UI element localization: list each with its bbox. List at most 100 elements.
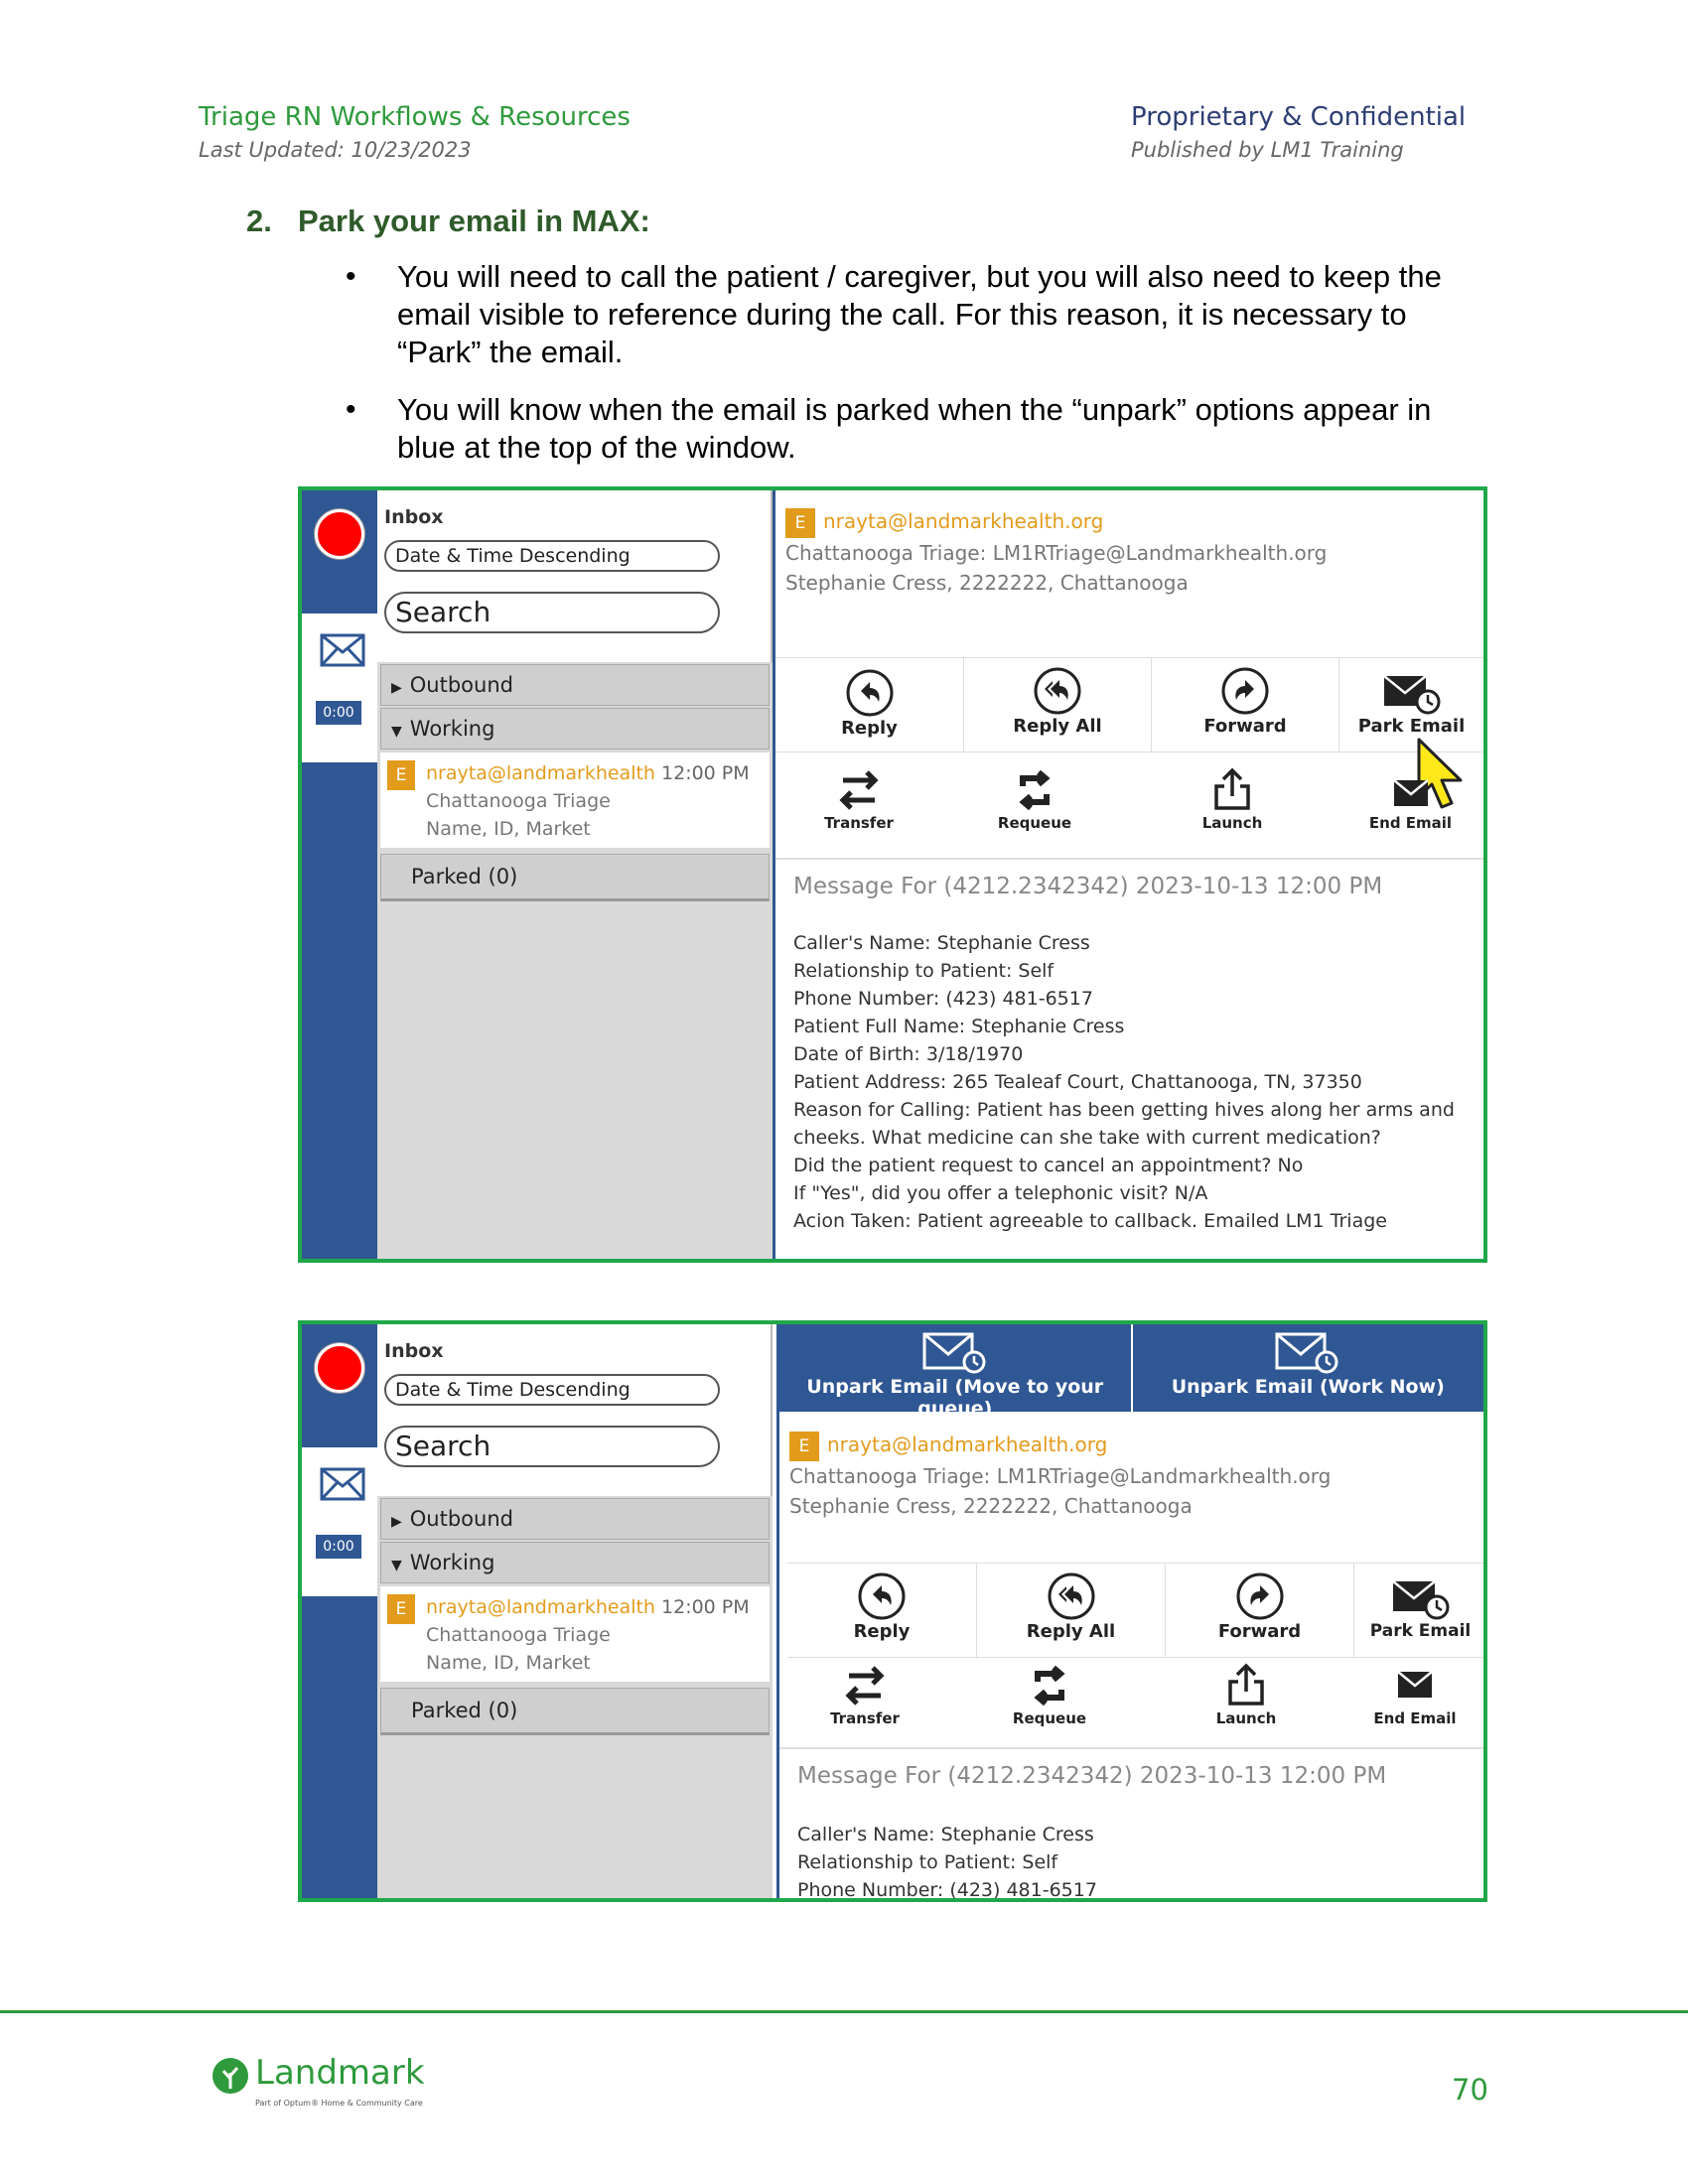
confidential-label: Proprietary & Confidential xyxy=(1131,102,1467,132)
message-line: Phone Number: (423) 481-6517 xyxy=(797,1879,1097,1901)
park-email-button[interactable]: Park Email xyxy=(1353,1564,1483,1657)
launch-icon xyxy=(1214,767,1250,810)
email-header: Enrayta@landmarkhealth.org Chattanooga T… xyxy=(789,1430,1331,1521)
envelope-icon xyxy=(320,1467,365,1501)
email-from: nrayta@landmarkhealth.org xyxy=(823,509,1104,533)
folder-working[interactable]: ▼ Working xyxy=(380,708,770,750)
instruction-list: • You will need to call the patient / car… xyxy=(346,258,1487,486)
document-title: Triage RN Workflows & Resources xyxy=(199,102,631,132)
message-body: Message For (4212.2342342) 2023-10-13 12… xyxy=(779,1747,1483,1898)
park-email-icon xyxy=(1391,1580,1449,1620)
unpark-bar: Unpark Email (Move to your queue) Unpark… xyxy=(779,1324,1484,1420)
search-input[interactable]: Search xyxy=(384,1426,720,1467)
message-lines: Caller's Name: Stephanie Cress Relations… xyxy=(797,1821,1473,1901)
envelope-icon xyxy=(320,633,365,667)
search-input[interactable]: Search xyxy=(384,592,720,633)
timer: 0:00 xyxy=(316,701,361,725)
folder-outbound[interactable]: ▶ Outbound xyxy=(380,664,770,706)
message-line: Date of Birth: 3/18/1970 xyxy=(793,1043,1024,1065)
reply-button[interactable]: Reply xyxy=(775,658,963,751)
timer: 0:00 xyxy=(316,1535,361,1559)
transfer-icon xyxy=(839,770,879,810)
message-line: Caller's Name: Stephanie Cress xyxy=(793,932,1090,954)
folder-outbound[interactable]: ▶ Outbound xyxy=(380,1498,770,1540)
action-bar: Reply Reply All Forward Park Email xyxy=(787,1563,1483,1658)
message-line: Did the patient request to cancel an app… xyxy=(793,1155,1304,1176)
bullet-icon: • xyxy=(346,260,356,293)
caret-down-icon: ▼ xyxy=(391,724,402,740)
end-email-button[interactable]: End Email xyxy=(1337,766,1483,850)
email-time: 12:00 PM xyxy=(661,762,750,784)
max-screenshot-after: 0:00 Inbox Date & Time Descending Search… xyxy=(298,1320,1487,1902)
logo-tagline: Part of Optum® Home & Community Care xyxy=(255,2099,423,2108)
tool-bar: Transfer Requeue Launch End Email xyxy=(775,766,1483,850)
max-sidebar: 0:00 xyxy=(302,490,377,1259)
sort-select[interactable]: Date & Time Descending xyxy=(384,1374,720,1406)
sort-select[interactable]: Date & Time Descending xyxy=(384,540,720,572)
message-line: If "Yes", did you offer a telephonic vis… xyxy=(793,1182,1208,1204)
message-line: Patient Address: 265 Tealeaf Court, Chat… xyxy=(793,1071,1362,1093)
folder-parked[interactable]: Parked (0) xyxy=(380,854,770,901)
requeue-button[interactable]: Requeue xyxy=(950,1662,1149,1745)
logo-wordmark: Landmark xyxy=(255,2053,425,2093)
reply-all-button[interactable]: Reply All xyxy=(963,658,1151,751)
email-channel[interactable]: 0:00 xyxy=(302,1447,377,1596)
step-title: Park your email in MAX: xyxy=(298,204,650,238)
email-type-badge: E xyxy=(387,760,415,790)
max-screenshot-before: 0:00 Inbox Date & Time Descending Search… xyxy=(298,486,1487,1263)
bullet-text: You will know when the email is parked w… xyxy=(397,392,1432,465)
publisher-label: Published by LM1 Training xyxy=(1131,138,1404,162)
reply-all-button[interactable]: Reply All xyxy=(976,1564,1165,1657)
folder-parked[interactable]: Parked (0) xyxy=(380,1688,770,1735)
step-number: 2. xyxy=(246,204,272,238)
inbox-header: Inbox Date & Time Descending Search xyxy=(377,1324,773,1496)
email-list-item[interactable]: E nrayta@landmarkhealth 12:00 PM Chattan… xyxy=(380,752,770,848)
launch-button[interactable]: Launch xyxy=(1127,766,1337,850)
park-email-icon xyxy=(1382,675,1440,715)
list-item: • You will need to call the patient / car… xyxy=(346,258,1487,371)
inbox-panel: Inbox Date & Time Descending Search ▶ Out… xyxy=(377,490,773,1259)
end-email-button[interactable]: End Email xyxy=(1343,1662,1483,1745)
email-patient: Stephanie Cress, 2222222, Chattanooga xyxy=(789,1493,1193,1518)
forward-icon xyxy=(1236,1572,1283,1620)
requeue-button[interactable]: Requeue xyxy=(942,766,1127,850)
message-title: Message For (4212.2342342) 2023-10-13 12… xyxy=(797,1763,1387,1789)
caret-down-icon: ▼ xyxy=(391,1558,402,1573)
email-sender: nrayta@landmarkhealth 12:00 PM xyxy=(426,762,750,784)
bullet-icon: • xyxy=(346,393,356,426)
record-button[interactable] xyxy=(302,490,377,578)
forward-button[interactable]: Forward xyxy=(1165,1564,1353,1657)
page-number: 70 xyxy=(1452,2073,1488,2107)
list-item: • You will know when the email is parked … xyxy=(346,391,1487,467)
caret-right-icon: ▶ xyxy=(391,680,402,696)
unpark-email-icon xyxy=(922,1332,986,1374)
email-list-item[interactable]: E nrayta@landmarkhealth 12:00 PM Chattan… xyxy=(380,1586,770,1682)
message-line: Relationship to Patient: Self xyxy=(793,960,1055,982)
folder-label: Working xyxy=(409,1551,495,1574)
park-email-button[interactable]: Park Email xyxy=(1338,658,1483,809)
last-updated: Last Updated: 10/23/2023 xyxy=(199,138,472,162)
email-sender: nrayta@landmarkhealth 12:00 PM xyxy=(426,1596,750,1618)
forward-button[interactable]: Forward xyxy=(1151,658,1338,751)
email-type-badge: E xyxy=(789,1431,819,1461)
transfer-button[interactable]: Transfer xyxy=(775,766,942,850)
reply-button[interactable]: Reply xyxy=(787,1564,976,1657)
email-channel[interactable]: 0:00 xyxy=(302,614,377,762)
requeue-icon xyxy=(1019,769,1051,811)
record-button[interactable] xyxy=(302,1324,377,1412)
transfer-button[interactable]: Transfer xyxy=(779,1662,950,1745)
unpark-to-queue-button[interactable]: Unpark Email (Move to your queue) xyxy=(779,1324,1131,1420)
unpark-work-now-button[interactable]: Unpark Email (Work Now) xyxy=(1130,1324,1484,1412)
folder-working[interactable]: ▼ Working xyxy=(380,1542,770,1583)
tree-logo-icon xyxy=(212,2058,248,2094)
step-heading: 2. Park your email in MAX: xyxy=(246,204,650,239)
message-line: Caller's Name: Stephanie Cress xyxy=(797,1824,1094,1845)
reply-icon xyxy=(858,1572,906,1620)
tool-bar: Transfer Requeue Launch End Email xyxy=(779,1662,1483,1745)
launch-button[interactable]: Launch xyxy=(1149,1662,1343,1745)
inbox-header: Inbox Date & Time Descending Search xyxy=(377,490,773,662)
envelope-icon xyxy=(1397,1671,1433,1698)
message-line: Phone Number: (423) 481-6517 xyxy=(793,988,1093,1010)
forward-icon xyxy=(1221,667,1269,715)
reply-icon xyxy=(846,669,893,717)
